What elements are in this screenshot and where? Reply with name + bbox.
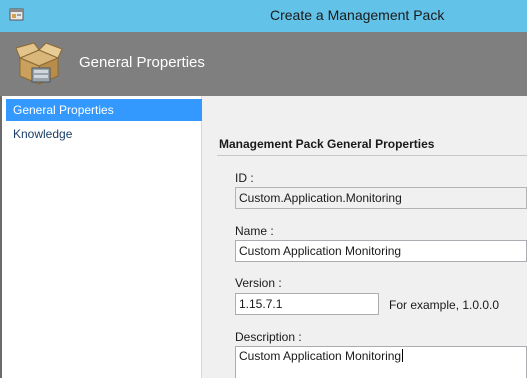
wizard-nav: General Properties Knowledge (0, 96, 202, 378)
header-banner: General Properties (0, 32, 527, 96)
package-icon (15, 42, 63, 85)
nav-edge-divider (0, 96, 2, 378)
name-label: Name : (235, 224, 274, 238)
text-caret (402, 349, 404, 362)
section-divider (217, 155, 527, 156)
version-hint: For example, 1.0.0.0 (389, 298, 500, 312)
description-text: Custom Application Monitoring (239, 349, 402, 363)
name-field[interactable]: Custom Application Monitoring (235, 240, 527, 262)
wizard-window: Create a Management Pack General Propert… (0, 0, 527, 378)
nav-item-general-properties[interactable]: General Properties (6, 99, 202, 121)
header-title: General Properties (79, 54, 205, 71)
description-field[interactable]: Custom Application Monitoring (235, 346, 527, 378)
version-label: Version : (235, 276, 282, 290)
app-icon (9, 8, 24, 21)
version-field[interactable]: 1.15.7.1 (235, 293, 379, 315)
content-panel: Management Pack General Properties ID : … (203, 96, 527, 378)
nav-item-knowledge[interactable]: Knowledge (6, 123, 202, 145)
id-label: ID : (235, 171, 254, 185)
id-field[interactable]: Custom.Application.Monitoring (235, 187, 527, 209)
title-bar[interactable]: Create a Management Pack (0, 0, 527, 32)
section-title: Management Pack General Properties (219, 137, 435, 151)
description-label: Description : (235, 330, 302, 344)
window-title: Create a Management Pack (270, 7, 445, 23)
